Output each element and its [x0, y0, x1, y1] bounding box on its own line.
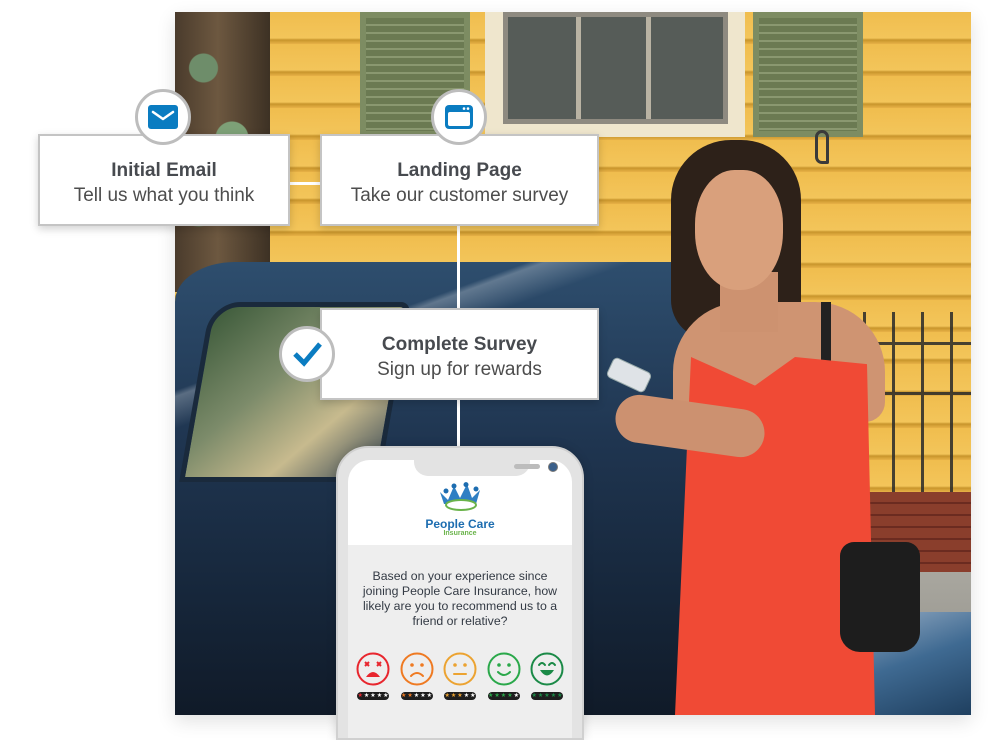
- star-rating-bar: ★ ★ ★ ★ ★: [531, 692, 563, 700]
- star-icon: ★: [500, 693, 507, 699]
- star-icon: ★: [513, 693, 519, 699]
- very-happy-face-icon: [530, 652, 564, 686]
- star-icon: ★: [507, 693, 513, 699]
- phone-screen: People Care Insurance Based on your expe…: [348, 460, 572, 738]
- star-icon: ★: [357, 693, 363, 699]
- step-subtitle: Tell us what you think: [73, 185, 255, 206]
- rating-happy[interactable]: ★ ★ ★ ★ ★: [485, 651, 523, 700]
- window-shutter-right: [753, 12, 863, 137]
- step-card-initial-email: Initial Email Tell us what you think: [38, 134, 290, 226]
- star-icon: ★: [457, 693, 463, 699]
- rating-neutral[interactable]: ★ ★ ★ ★ ★: [441, 651, 479, 700]
- rating-options: ★ ★ ★ ★ ★ ★ ★ ★ ★ ★ ★ ★ ★ ★ ★ ★ ★ ★ ★ ★ ★ ★ ★ ★ ★: [354, 651, 566, 700]
- star-icon: ★: [376, 693, 383, 699]
- star-icon: ★: [401, 693, 407, 699]
- star-icon: ★: [420, 693, 426, 699]
- brand-logo: People Care Insurance: [348, 482, 572, 537]
- front-camera: [548, 462, 558, 472]
- star-icon: ★: [413, 693, 420, 699]
- rating-very-unhappy[interactable]: ★ ★ ★ ★ ★: [354, 651, 392, 700]
- star-icon: ★: [488, 693, 494, 699]
- star-icon: ★: [494, 693, 500, 699]
- star-icon: ★: [470, 693, 476, 699]
- connector-survey-to-phone: [457, 400, 460, 446]
- speaker-grille: [514, 464, 540, 469]
- star-icon: ★: [463, 693, 470, 699]
- envelope-icon: [135, 89, 191, 145]
- very-unhappy-face-icon: [356, 652, 390, 686]
- star-icon: ★: [557, 693, 563, 699]
- woman-face: [695, 170, 783, 290]
- happy-face-icon: [487, 652, 520, 686]
- crown-people-icon: [440, 482, 480, 511]
- window-glass: [503, 12, 728, 124]
- checkmark-icon: [279, 326, 335, 382]
- step-title: Landing Page: [397, 160, 522, 181]
- step-card-complete-survey: Complete Survey Sign up for rewards: [320, 308, 599, 400]
- star-icon: ★: [444, 693, 450, 699]
- star-icon: ★: [544, 693, 550, 699]
- phone-mockup: People Care Insurance Based on your expe…: [336, 446, 584, 740]
- star-icon: ★: [450, 693, 457, 699]
- survey-area: Based on your experience since joining P…: [348, 545, 572, 738]
- step-title: Initial Email: [111, 160, 217, 181]
- step-subtitle: Take our customer survey: [350, 185, 569, 206]
- step-card-landing-page: Landing Page Take our customer survey: [320, 134, 599, 226]
- survey-question: Based on your experience since joining P…: [362, 569, 558, 628]
- wall-hook: [815, 130, 829, 164]
- rating-very-happy[interactable]: ★ ★ ★ ★ ★: [528, 651, 566, 700]
- star-icon: ★: [407, 693, 413, 699]
- star-icon: ★: [537, 693, 544, 699]
- star-icon: ★: [363, 693, 370, 699]
- star-icon: ★: [550, 693, 557, 699]
- star-rating-bar: ★ ★ ★ ★ ★: [487, 692, 520, 700]
- step-subtitle: Sign up for rewards: [377, 359, 542, 380]
- connector-email-to-landing: [290, 182, 320, 185]
- neutral-face-icon: [443, 652, 477, 686]
- browser-window-icon: [431, 89, 487, 145]
- phone-notch: [414, 460, 558, 476]
- star-icon: ★: [383, 693, 389, 699]
- star-icon: ★: [531, 693, 537, 699]
- star-rating-bar: ★ ★ ★ ★ ★: [357, 692, 389, 700]
- brand-tagline: Insurance: [443, 530, 477, 537]
- step-title: Complete Survey: [381, 334, 538, 355]
- star-icon: ★: [370, 693, 376, 699]
- handbag: [840, 542, 920, 652]
- star-icon: ★: [426, 693, 432, 699]
- brand-name: People Care: [425, 517, 495, 531]
- connector-landing-to-survey: [457, 226, 460, 308]
- rating-unhappy[interactable]: ★ ★ ★ ★ ★: [398, 651, 436, 700]
- unhappy-face-icon: [400, 652, 433, 686]
- star-rating-bar: ★ ★ ★ ★ ★: [400, 692, 433, 700]
- star-rating-bar: ★ ★ ★ ★ ★: [444, 692, 476, 700]
